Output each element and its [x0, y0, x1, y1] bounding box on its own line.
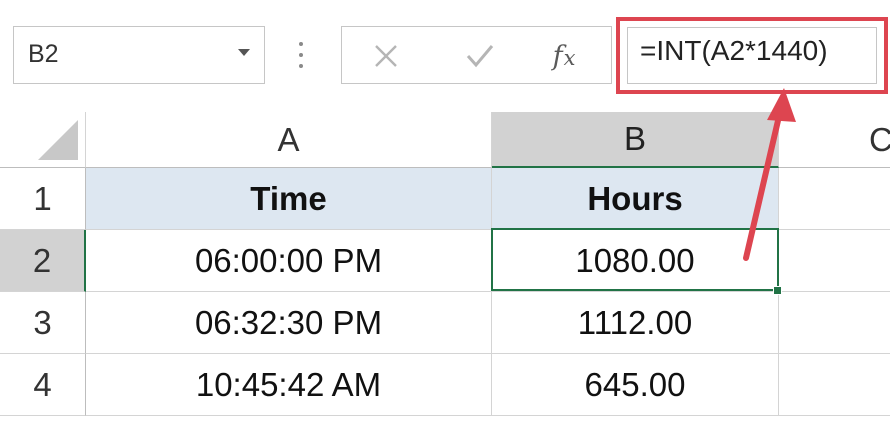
x-icon — [375, 45, 397, 67]
cancel-button[interactable] — [366, 37, 406, 75]
formula-text: =INT(A2*1440) — [640, 35, 828, 66]
row-header-4[interactable]: 4 — [0, 354, 86, 416]
formula-buttons: fx — [341, 26, 612, 84]
chevron-down-icon[interactable] — [238, 49, 250, 56]
name-box-value: B2 — [28, 40, 59, 68]
check-icon — [466, 45, 494, 68]
row-header-3[interactable]: 3 — [0, 292, 86, 354]
column-header-b[interactable]: B — [492, 112, 779, 168]
cell-c2[interactable] — [779, 230, 890, 292]
cell-c3[interactable] — [779, 292, 890, 354]
spreadsheet-grid: A B C 1 2 3 4 Time Hours 06:00:00 PM 108… — [0, 112, 890, 430]
fill-handle[interactable] — [773, 286, 782, 295]
cell-a2[interactable]: 06:00:00 PM — [86, 230, 492, 292]
column-header-c[interactable]: C — [779, 112, 890, 168]
select-all-corner[interactable] — [0, 112, 86, 168]
name-box[interactable]: B2 — [13, 26, 265, 84]
select-all-triangle-icon — [38, 120, 78, 160]
cell-c4[interactable] — [779, 354, 890, 416]
cell-b2[interactable]: 1080.00 — [492, 230, 779, 292]
row-header-2[interactable]: 2 — [0, 230, 86, 292]
cell-c1[interactable] — [779, 168, 890, 230]
column-header-a[interactable]: A — [86, 112, 492, 168]
cell-b1[interactable]: Hours — [492, 168, 779, 230]
cell-a4[interactable]: 10:45:42 AM — [86, 354, 492, 416]
formula-highlight-box: =INT(A2*1440) — [616, 17, 888, 94]
grip-dots-icon[interactable] — [298, 40, 304, 70]
cell-b4[interactable]: 645.00 — [492, 354, 779, 416]
cell-a3[interactable]: 06:32:30 PM — [86, 292, 492, 354]
row-header-1[interactable]: 1 — [0, 168, 86, 230]
enter-button[interactable] — [460, 37, 500, 75]
cell-a1[interactable]: Time — [86, 168, 492, 230]
cell-b3[interactable]: 1112.00 — [492, 292, 779, 354]
fx-icon: fx — [552, 40, 576, 72]
formula-bar-area: B2 fx =INT(A2*1440) — [0, 0, 890, 112]
insert-function-button[interactable]: fx — [544, 37, 584, 75]
